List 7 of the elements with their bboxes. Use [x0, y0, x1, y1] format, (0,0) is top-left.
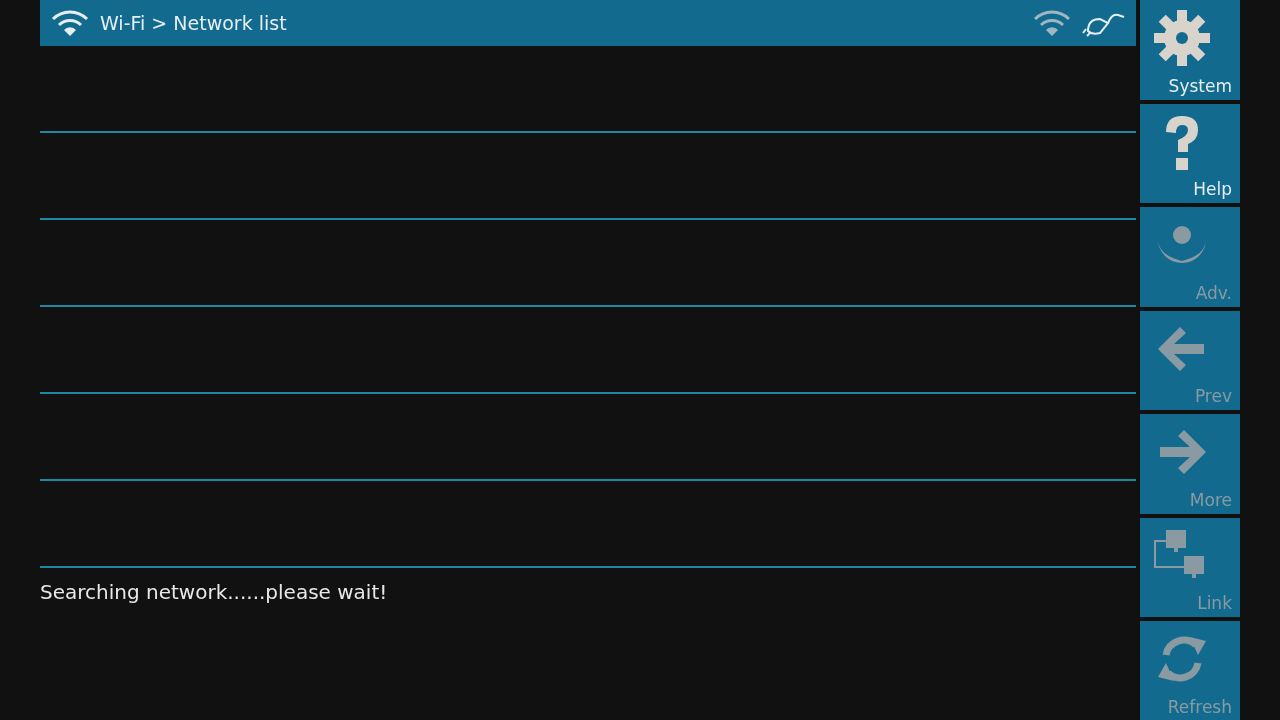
sidebar-button[interactable]: Help — [1140, 103, 1240, 203]
window-title: Wi-Fi > Network list — [100, 12, 288, 34]
gear-icon — [1152, 8, 1212, 68]
status-message: Searching network......please wait! — [40, 580, 388, 604]
wifi-signal-icon — [1032, 9, 1072, 37]
sidebar-button[interactable]: System — [1140, 0, 1240, 100]
wifi-icon — [50, 9, 90, 37]
